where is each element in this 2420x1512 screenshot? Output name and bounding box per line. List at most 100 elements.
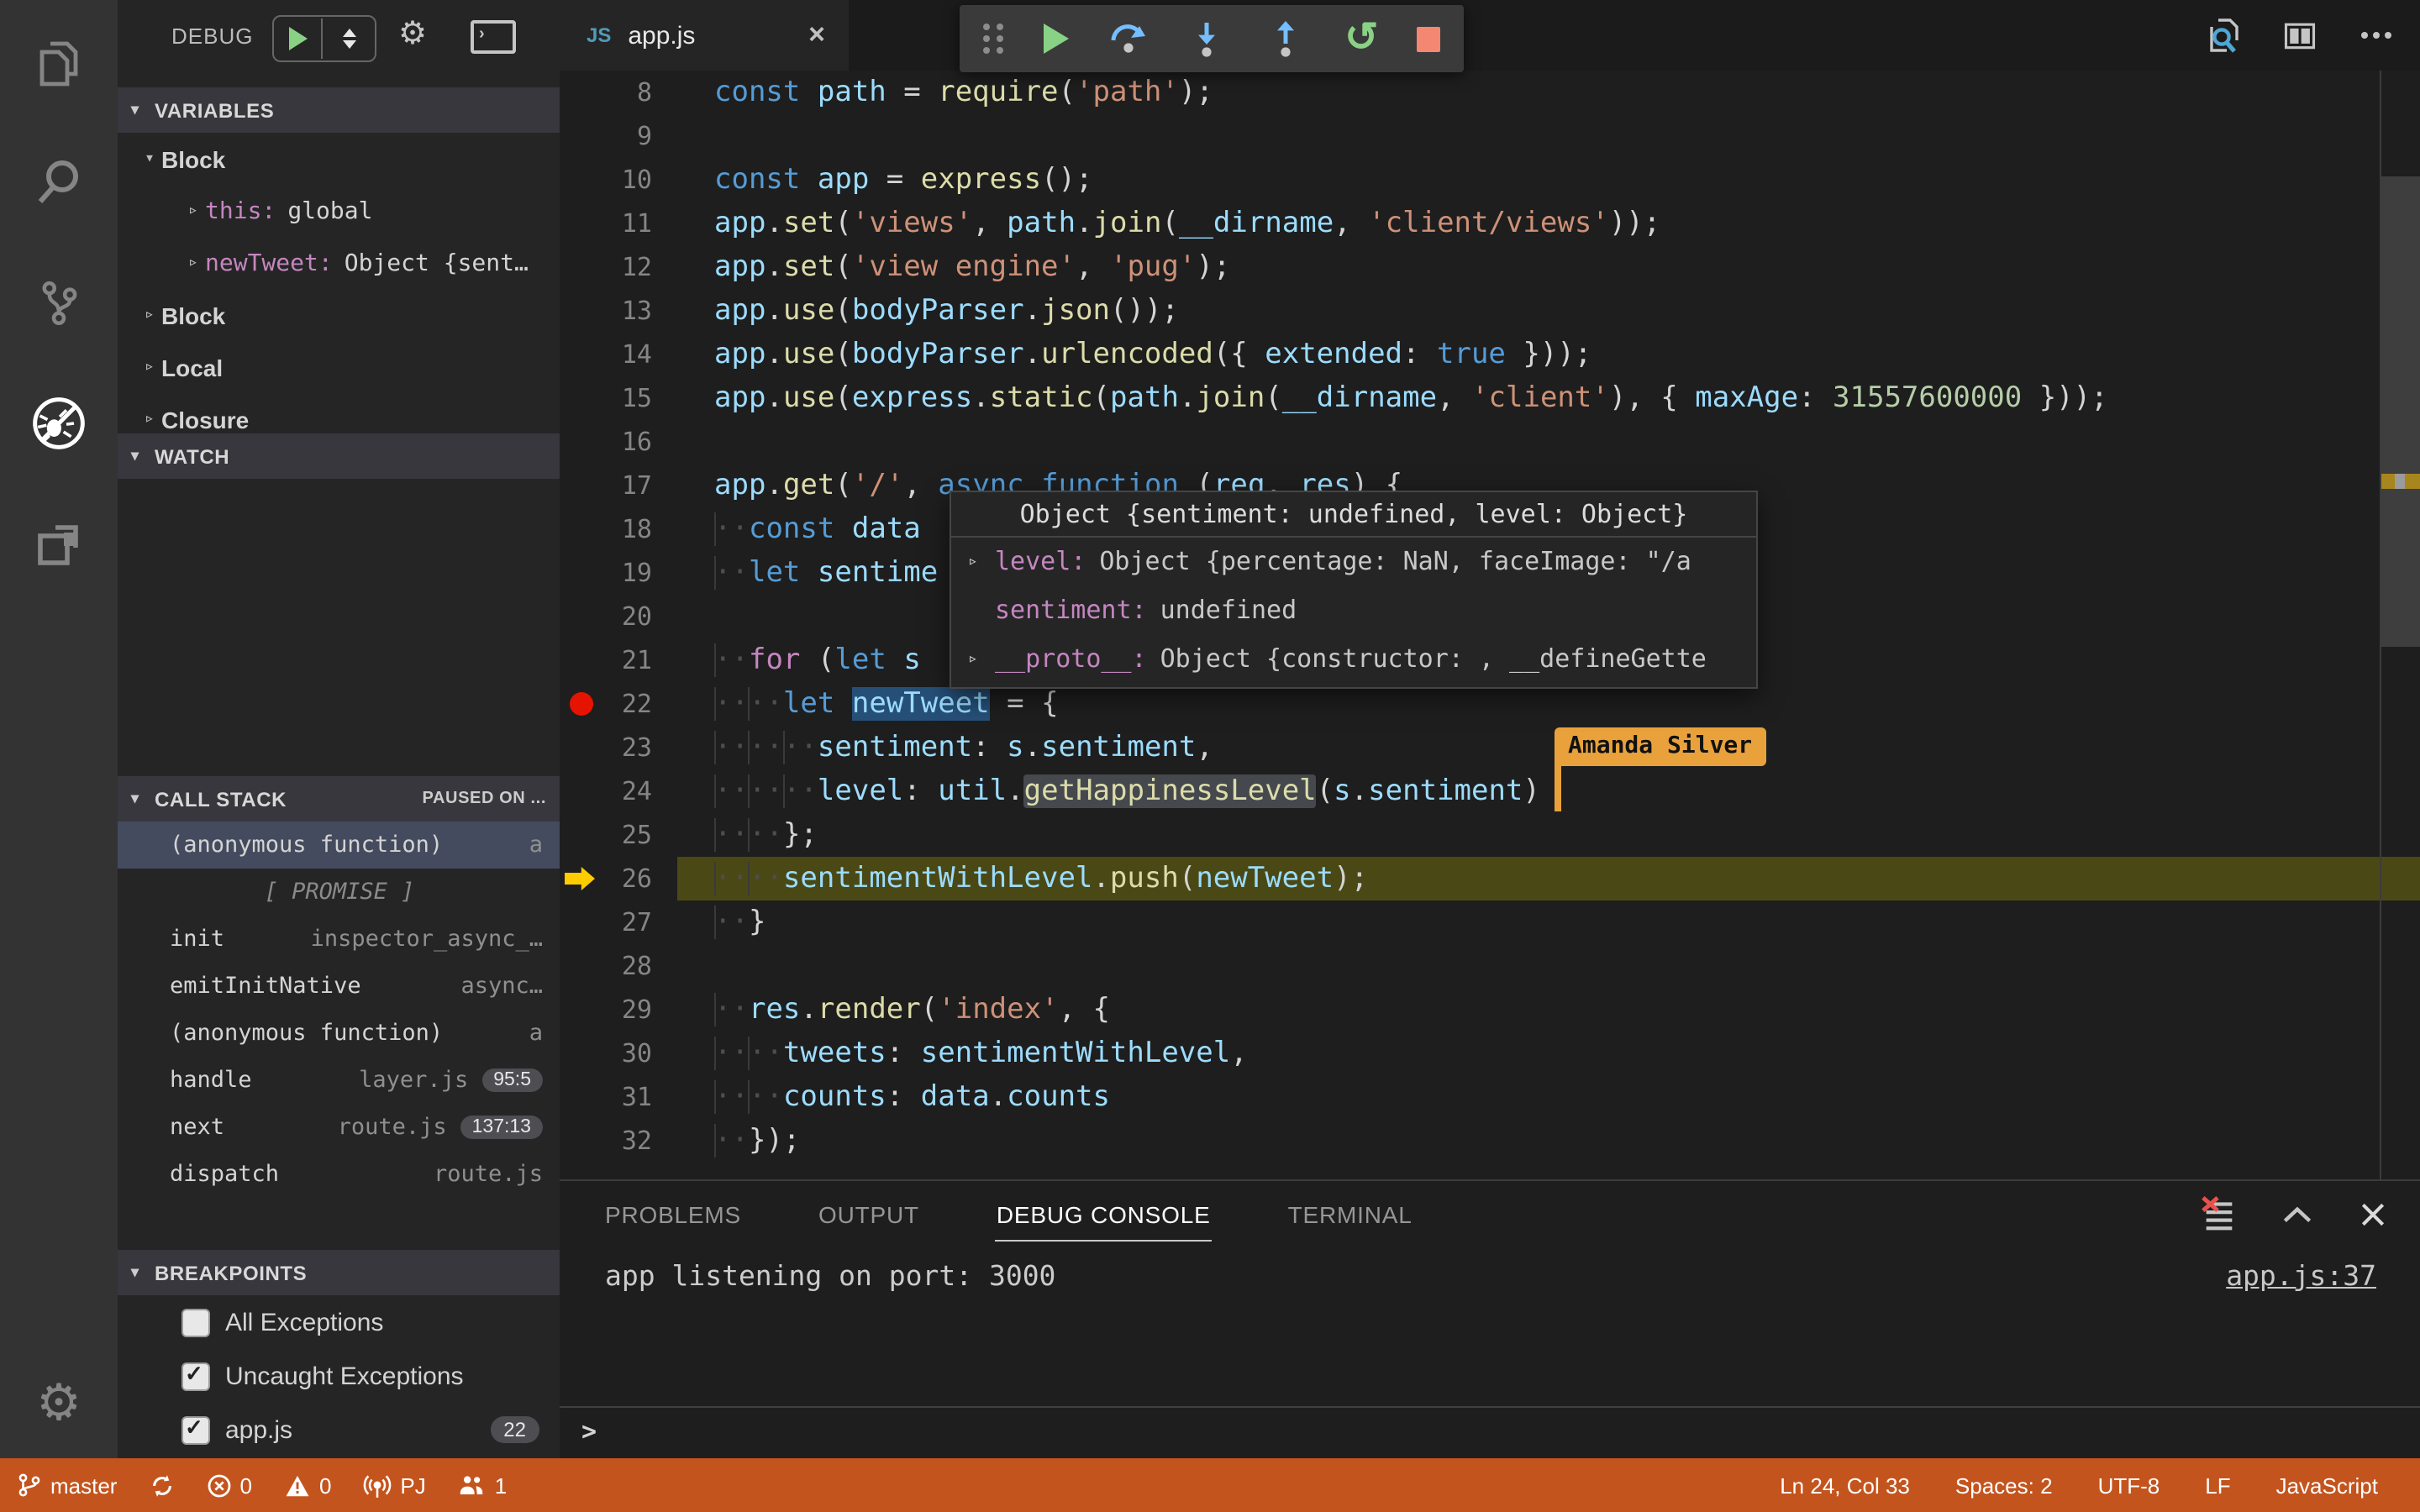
code-line-23[interactable]: 23 ······sentiment: s.sentiment, bbox=[560, 726, 2420, 769]
call-stack-frame[interactable]: dispatch route.js bbox=[118, 1151, 560, 1198]
hover-property-row[interactable]: sentiment: undefined bbox=[951, 586, 1756, 635]
status-item-master[interactable]: master bbox=[17, 1472, 117, 1499]
variable-row[interactable]: ▹ Block bbox=[118, 289, 560, 341]
status-item-lf[interactable]: LF bbox=[2205, 1473, 2230, 1498]
maximize-panel-icon[interactable] bbox=[2279, 1195, 2316, 1232]
status-item-ln-24-col-33[interactable]: Ln 24, Col 33 bbox=[1780, 1473, 1910, 1498]
close-panel-icon[interactable] bbox=[2356, 1197, 2390, 1231]
panel-tab-problems[interactable]: PROBLEMS bbox=[603, 1186, 743, 1240]
code-line-9[interactable]: 9 bbox=[560, 114, 2420, 158]
code-line-28[interactable]: 28 bbox=[560, 944, 2420, 988]
stop-icon[interactable] bbox=[1416, 26, 1440, 51]
call-stack-frame[interactable]: handle layer.js 95:5 bbox=[118, 1057, 560, 1104]
code-line-32[interactable]: 32 ··}); bbox=[560, 1119, 2420, 1163]
status-item-0[interactable]: 0 bbox=[284, 1473, 331, 1498]
call-stack-frame[interactable]: emitInitNative async… bbox=[118, 963, 560, 1010]
code-editor[interactable]: 8 const path = require('path'); 9 10 const a… bbox=[560, 71, 2420, 1179]
chevron-collapsed-icon[interactable]: ▹ bbox=[968, 635, 995, 684]
open-debug-console-icon[interactable]: › bbox=[471, 20, 516, 54]
chevron-collapsed-icon[interactable]: ▹ bbox=[182, 202, 205, 220]
tab-app-js[interactable]: JS app.js × bbox=[560, 0, 849, 71]
more-actions-icon[interactable] bbox=[2356, 15, 2396, 55]
call-stack-frame[interactable]: next route.js 137:13 bbox=[118, 1104, 560, 1151]
call-stack-frame[interactable]: [ PROMISE ] bbox=[118, 869, 560, 916]
source-location-link[interactable]: app.js:37 bbox=[2226, 1260, 2376, 1292]
chevron-collapsed-icon[interactable]: ▹ bbox=[968, 538, 995, 586]
gripper-icon[interactable] bbox=[983, 24, 1005, 54]
debug-icon[interactable] bbox=[0, 373, 118, 474]
code-line-14[interactable]: 14 app.use(bodyParser.urlencoded({ extend… bbox=[560, 333, 2420, 376]
code-line-31[interactable]: 31 ····counts: data.counts bbox=[560, 1075, 2420, 1119]
code-line-10[interactable]: 10 const app = express(); bbox=[560, 158, 2420, 202]
status-item-1[interactable]: 1 bbox=[458, 1472, 507, 1499]
code-line-26[interactable]: 26 ····sentimentWithLevel.push(newTweet); bbox=[560, 857, 2420, 900]
call-stack-frame[interactable]: (anonymous function) a bbox=[118, 1010, 560, 1057]
variable-row[interactable]: ▹ newTweet: Object {sent… bbox=[118, 237, 560, 289]
extensions-icon[interactable] bbox=[0, 494, 118, 595]
breakpoint-row[interactable]: app.js 22 bbox=[118, 1403, 560, 1457]
code-line-8[interactable]: 8 const path = require('path'); bbox=[560, 71, 2420, 114]
status-item-javascript[interactable]: JavaScript bbox=[2276, 1473, 2378, 1498]
settings-gear-icon[interactable]: ⚙ bbox=[0, 1354, 118, 1455]
variable-row[interactable]: ▾ Block bbox=[118, 133, 560, 185]
search-editor-icon[interactable] bbox=[2203, 15, 2244, 55]
code-line-30[interactable]: 30 ····tweets: sentimentWithLevel, bbox=[560, 1032, 2420, 1075]
debug-console-input[interactable]: > bbox=[560, 1406, 2420, 1458]
clear-console-icon[interactable] bbox=[2200, 1194, 2238, 1233]
restart-icon[interactable]: ↺ bbox=[1344, 18, 1378, 58]
scrollbar-slider[interactable] bbox=[2381, 176, 2420, 647]
configure-gear-icon[interactable]: ⚙ bbox=[398, 15, 427, 54]
chevron-collapsed-icon[interactable]: ▹ bbox=[138, 410, 161, 428]
code-line-24[interactable]: 24 ······level: util.getHappinessLevel(s.… bbox=[560, 769, 2420, 813]
panel-tab-output[interactable]: OUTPUT bbox=[817, 1186, 921, 1240]
code-line-11[interactable]: 11 app.set('views', path.join(__dirname, … bbox=[560, 202, 2420, 245]
breakpoint-row[interactable]: Uncaught Exceptions bbox=[118, 1349, 560, 1403]
chevron-collapsed-icon[interactable]: ▹ bbox=[138, 306, 161, 324]
section-watch[interactable]: ▾ WATCH bbox=[118, 433, 560, 479]
play-icon[interactable] bbox=[289, 27, 308, 50]
panel-tab-debug-console[interactable]: DEBUG CONSOLE bbox=[994, 1185, 1213, 1241]
section-variables[interactable]: ▾ VARIABLES bbox=[118, 87, 560, 133]
step-over-icon[interactable] bbox=[1107, 18, 1149, 59]
step-into-icon[interactable] bbox=[1187, 18, 1228, 59]
section-breakpoints[interactable]: ▾ BREAKPOINTS bbox=[118, 1250, 560, 1295]
files-explorer-icon[interactable] bbox=[0, 13, 118, 114]
source-control-icon[interactable] bbox=[0, 252, 118, 353]
chevron-collapsed-icon[interactable]: ▹ bbox=[182, 254, 205, 272]
variable-row[interactable]: ▹ Local bbox=[118, 341, 560, 393]
frame-name: (anonymous function) bbox=[170, 832, 444, 858]
breakpoint-row[interactable]: All Exceptions bbox=[118, 1295, 560, 1349]
hover-property-row[interactable]: ▹ level: Object {percentage: NaN, faceImag… bbox=[951, 538, 1756, 586]
split-editor-icon[interactable] bbox=[2281, 17, 2319, 54]
call-stack-frame[interactable]: (anonymous function) a bbox=[118, 822, 560, 869]
code-line-27[interactable]: 27 ··} bbox=[560, 900, 2420, 944]
breakpoint-checkbox[interactable] bbox=[182, 1308, 210, 1336]
step-out-icon[interactable] bbox=[1266, 18, 1307, 59]
code-line-16[interactable]: 16 bbox=[560, 420, 2420, 464]
chevron-expanded-icon[interactable]: ▾ bbox=[138, 150, 161, 168]
status-item-utf-8[interactable]: UTF-8 bbox=[2098, 1473, 2160, 1498]
status-item-pj[interactable]: PJ bbox=[363, 1471, 426, 1499]
code-line-29[interactable]: 29 ··res.render('index', { bbox=[560, 988, 2420, 1032]
code-line-25[interactable]: 25 ····}; bbox=[560, 813, 2420, 857]
hover-property-row[interactable]: ▹ __proto__: Object {constructor: , __defi… bbox=[951, 635, 1756, 684]
debug-start-button[interactable] bbox=[272, 15, 376, 62]
code-line-15[interactable]: 15 app.use(express.static(path.join(__dir… bbox=[560, 376, 2420, 420]
section-call-stack[interactable]: ▾ CALL STACK PAUSED ON ... bbox=[118, 776, 560, 822]
call-stack-frame[interactable]: init inspector_async_… bbox=[118, 916, 560, 963]
status-item-0[interactable]: 0 bbox=[206, 1473, 252, 1498]
breakpoint-checkbox[interactable] bbox=[182, 1360, 210, 1390]
search-icon[interactable] bbox=[0, 131, 118, 232]
code-line-12[interactable]: 12 app.set('view engine', 'pug'); bbox=[560, 245, 2420, 289]
panel-tab-terminal[interactable]: TERMINAL bbox=[1286, 1186, 1414, 1240]
status-item-sync-icon[interactable] bbox=[149, 1473, 174, 1498]
status-item-spaces-2[interactable]: Spaces: 2 bbox=[1955, 1473, 2053, 1498]
close-tab-icon[interactable]: × bbox=[808, 18, 825, 52]
variable-row[interactable]: ▹ Closure bbox=[118, 393, 560, 433]
continue-icon[interactable] bbox=[1043, 24, 1069, 54]
variable-row[interactable]: ▹ this: global bbox=[118, 185, 560, 237]
chevron-collapsed-icon[interactable]: ▹ bbox=[138, 358, 161, 376]
launch-config-dropdown[interactable] bbox=[323, 29, 375, 49]
breakpoint-checkbox[interactable] bbox=[182, 1414, 210, 1444]
code-line-13[interactable]: 13 app.use(bodyParser.json()); bbox=[560, 289, 2420, 333]
